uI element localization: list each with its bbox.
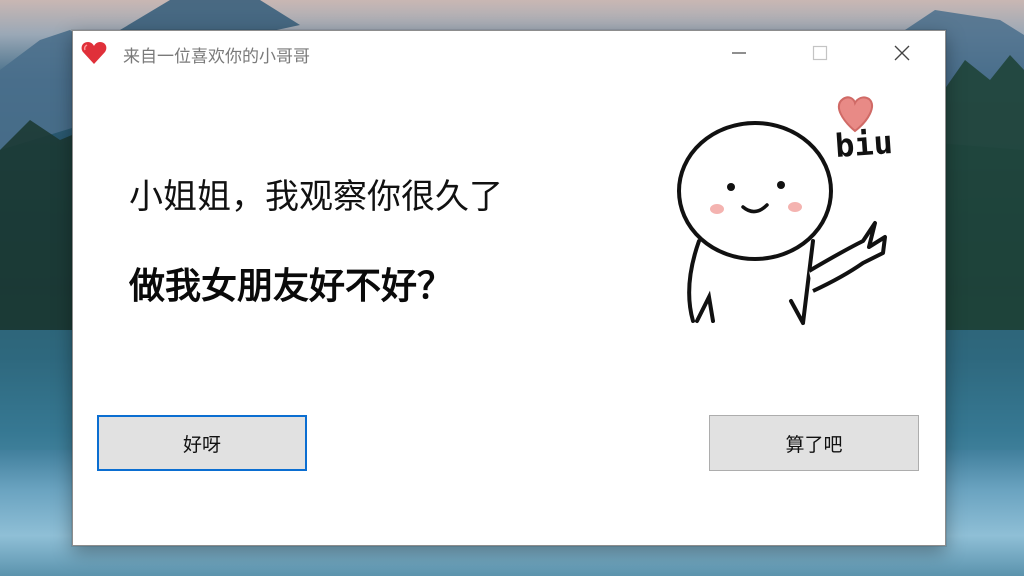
title-bar[interactable]: 来自一位喜欢你的小哥哥 — [73, 31, 945, 75]
sticker-image: biu — [663, 91, 903, 351]
maximize-icon — [812, 45, 828, 61]
maximize-button[interactable] — [797, 31, 843, 75]
window-title: 来自一位喜欢你的小哥哥 — [123, 47, 310, 67]
dialog-window: 来自一位喜欢你的小哥哥 小姐姐，我观察你很久了 做我女朋友好不好？ biu 好呀… — [72, 30, 946, 546]
close-button[interactable] — [879, 31, 925, 75]
accept-button[interactable]: 好呀 — [97, 415, 307, 471]
message-line-2: 做我女朋友好不好？ — [129, 265, 454, 307]
minimize-icon — [732, 52, 746, 54]
close-icon — [894, 45, 910, 61]
decline-button[interactable]: 算了吧 — [709, 415, 919, 471]
heart-icon — [80, 39, 108, 67]
message-line-1: 小姐姐，我观察你很久了 — [129, 177, 503, 217]
minimize-button[interactable] — [716, 31, 762, 75]
sticker-text: biu — [833, 123, 895, 165]
